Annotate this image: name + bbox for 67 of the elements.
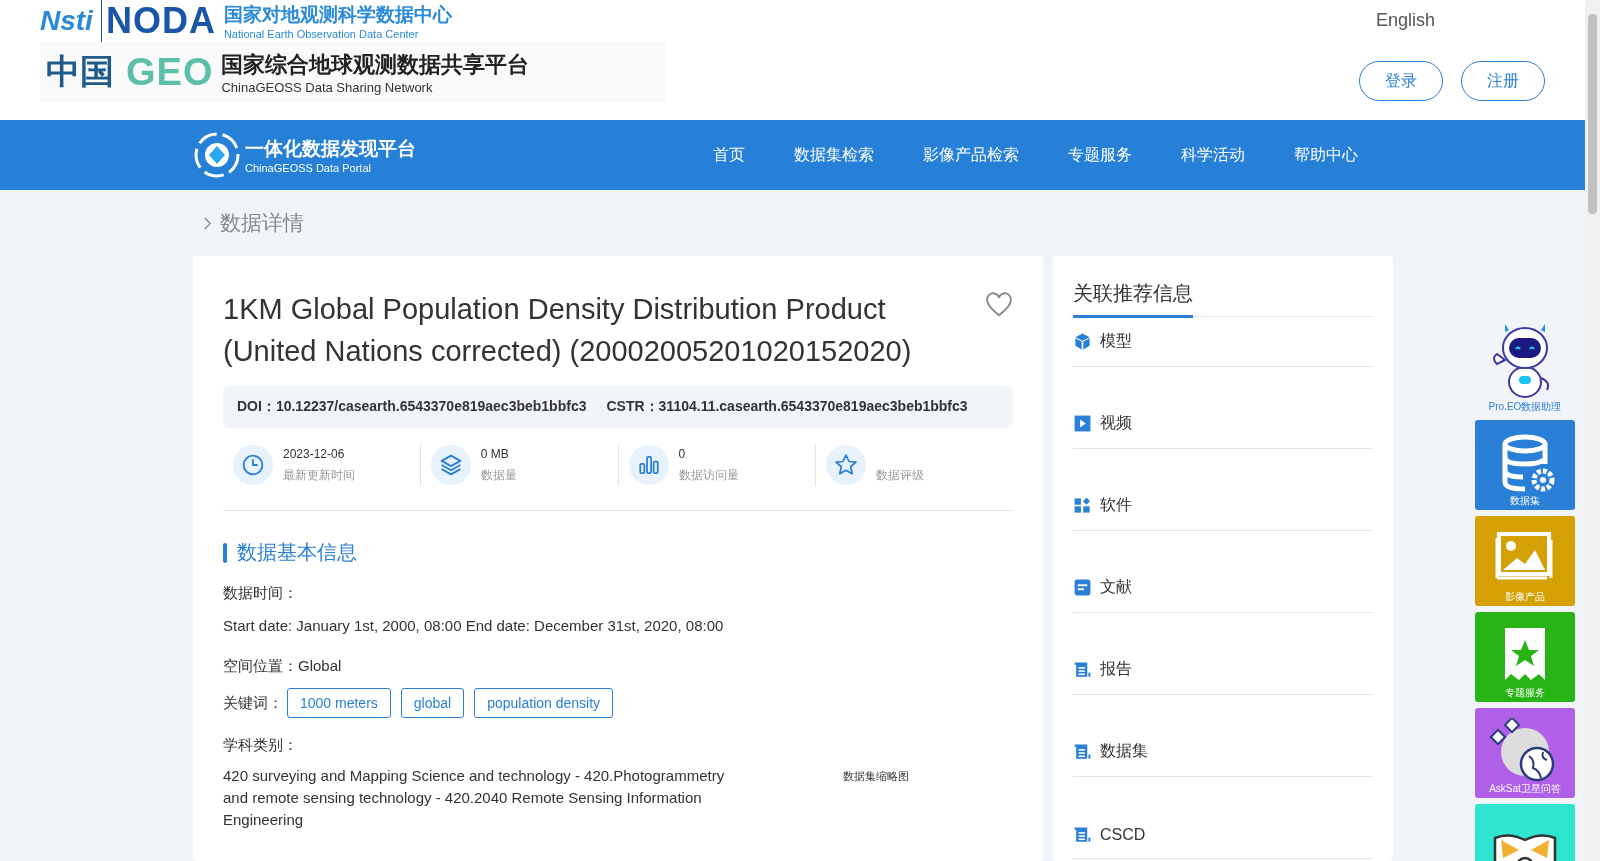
related-link[interactable]: 报告 xyxy=(1073,659,1132,680)
related-link[interactable]: 文献 xyxy=(1073,577,1132,598)
document-icon xyxy=(1073,578,1092,597)
logo-mark: GEO xyxy=(125,50,214,94)
stat-label: 数据访问量 xyxy=(678,466,739,484)
assistant-button[interactable]: Pro.EO数据助理 xyxy=(1485,320,1565,414)
shortcut-tile[interactable]: 专题服务 xyxy=(1475,612,1575,702)
portal-title: 一体化数据发现平台 xyxy=(245,137,416,161)
keyword-tag[interactable]: population density xyxy=(474,688,614,718)
register-button[interactable]: 注册 xyxy=(1461,61,1545,101)
logo-title: 国家综合地球观测数据共享平台 xyxy=(221,50,530,79)
logo-subtitle: ChinaGEOSS Data Sharing Network xyxy=(221,79,434,95)
field-value: Start date: January 1st, 2000, 08:00 End date: December 31st, 2020, 08:00 xyxy=(223,616,725,636)
stat-label: 最新更新时间 xyxy=(283,466,355,484)
keyword-tag[interactable]: global xyxy=(400,688,465,718)
language-link[interactable]: English xyxy=(1375,10,1435,31)
related-link[interactable]: 视频 xyxy=(1073,413,1132,434)
related-link[interactable]: 数据集 xyxy=(1073,741,1148,762)
report-icon xyxy=(1073,742,1092,761)
shortcut-tile[interactable]: 数据集 xyxy=(1475,420,1575,510)
nav-link[interactable]: 科学活动 xyxy=(1181,140,1245,170)
logo-title: 国家对地观测科学数据中心 xyxy=(223,3,452,27)
cube-icon xyxy=(1073,332,1092,351)
stat-label: 数据量 xyxy=(480,466,517,484)
section-marker xyxy=(223,542,227,563)
chevron-icon xyxy=(203,215,212,231)
stat-value: 0 xyxy=(678,446,687,461)
related-link[interactable]: CSCD xyxy=(1073,825,1146,844)
field-label: 数据时间： xyxy=(223,584,299,603)
report-icon xyxy=(1073,825,1092,844)
layers-icon xyxy=(430,445,471,485)
thumbnail-caption: 数据集缩略图 xyxy=(843,769,909,784)
stat-value: 2023-12-06 xyxy=(283,446,346,461)
shortcut-tile[interactable]: AskSat卫星问答 xyxy=(1475,708,1575,798)
play-icon xyxy=(1073,414,1092,433)
stat-label: 数据评级 xyxy=(876,466,925,484)
bar-chart-icon xyxy=(628,445,669,485)
field-label: 空间位置：Global xyxy=(223,657,343,676)
portal-subtitle: ChinaGEOSS Data Portal xyxy=(245,162,372,174)
keyword-tag[interactable]: 1000 meters xyxy=(287,688,391,718)
scrollbar[interactable] xyxy=(1585,0,1600,861)
nav-link[interactable]: 专题服务 xyxy=(1068,140,1132,170)
logo-subtitle: National Earth Observation Data Center xyxy=(223,28,420,40)
identifier-text: CSTR：31104.11.casearth.6543370e819aec3beb1bbfc3 xyxy=(606,398,968,416)
shortcut-tile[interactable]: 影像产品 xyxy=(1475,516,1575,606)
portal-logo-icon xyxy=(193,131,241,179)
nav-link[interactable]: 数据集检索 xyxy=(794,140,874,170)
panel-title: 关联推荐信息 xyxy=(1073,280,1193,318)
nav-link[interactable]: 首页 xyxy=(713,140,745,170)
logo-mark: Nsti xyxy=(40,5,93,37)
related-link[interactable]: 模型 xyxy=(1073,331,1132,352)
field-label: 关键词： xyxy=(223,693,283,713)
clock-icon xyxy=(233,445,273,485)
field-value: 420 surveying and Mapping Science and technology - 420.Photogrammetry and remote sensing technology - 420.2040 Remote Sensing Information Engineering xyxy=(223,766,726,830)
logo-mark: 中国 xyxy=(46,50,114,93)
field-label: 学科类别： xyxy=(223,736,299,755)
nav-link[interactable]: 影像产品检索 xyxy=(923,140,1019,170)
login-button[interactable]: 登录 xyxy=(1359,61,1443,101)
grid-icon xyxy=(1073,496,1092,515)
stat-value: 0 MB xyxy=(480,446,510,461)
dataset-title: 1KM Global Population Density Distribution Product (United Nations corrected) (20002005201020152020) xyxy=(223,292,913,369)
breadcrumb-text: 数据详情 xyxy=(220,210,304,236)
related-link[interactable]: 软件 xyxy=(1073,495,1132,516)
identifier-text: DOI：10.12237/casearth.6543370e819aec3beb1bbfc3 xyxy=(237,398,587,416)
report-icon xyxy=(1073,660,1092,679)
section-title: 数据基本信息 xyxy=(237,540,357,565)
nav-link[interactable]: 帮助中心 xyxy=(1294,140,1358,170)
